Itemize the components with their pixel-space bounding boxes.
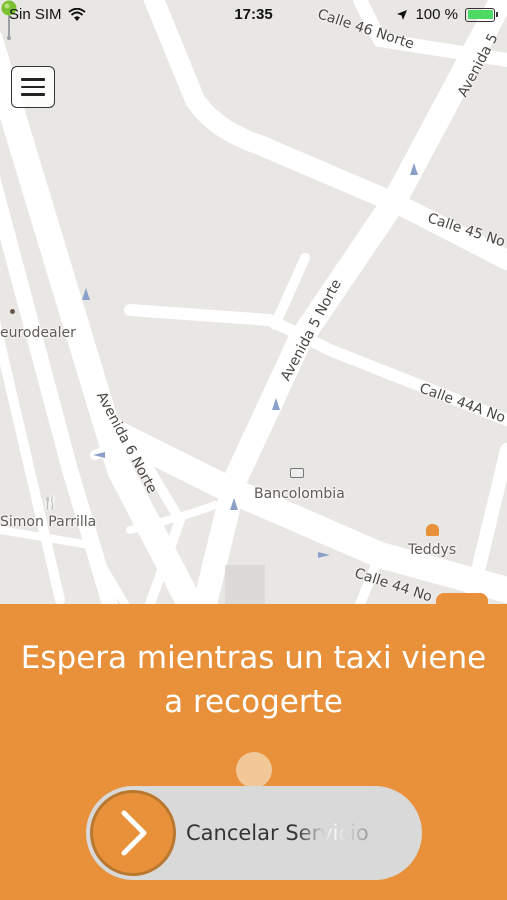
cancel-service-slider[interactable]: Cancelar Servicio: [86, 786, 422, 880]
menu-button[interactable]: [11, 66, 55, 108]
slider-knob[interactable]: [90, 790, 176, 876]
hamburger-line: [21, 93, 45, 96]
place-label-teddys: Teddys: [408, 542, 457, 558]
place-simon-parrilla: 🍴 Simon Parrilla: [0, 496, 96, 530]
bank-icon: [290, 468, 304, 478]
place-label-bancolombia: Bancolombia: [254, 486, 345, 502]
map-view[interactable]: Calle 46 Norte Avenida 5 Calle 45 No Ave…: [0, 0, 507, 604]
place-label-eurodealer: eurodealer: [0, 325, 76, 341]
place-teddys: Teddys: [408, 524, 456, 558]
cancel-service-label: Cancelar Servicio: [186, 786, 369, 880]
restaurant-icon: 🍴: [42, 496, 59, 511]
hamburger-line: [21, 85, 45, 89]
battery-fill: [467, 10, 493, 19]
status-bar: Sin SIM 17:35 100 %: [0, 0, 507, 30]
chevron-right-icon: [121, 810, 147, 856]
place-eurodealer: eurodealer: [0, 309, 76, 341]
place-bancolombia: Bancolombia: [254, 468, 345, 502]
hamburger-menu-icon: [21, 78, 45, 81]
loading-indicator: [236, 752, 272, 788]
place-label-simon-parrilla: Simon Parrilla: [0, 514, 97, 530]
status-right: 100 %: [396, 6, 498, 23]
battery-percent: 100 %: [415, 6, 458, 23]
sheet-handle[interactable]: [436, 593, 488, 607]
battery-icon: [465, 7, 498, 22]
waiting-message: Espera mientras un taxi viene a recogert…: [20, 640, 487, 720]
bottom-sheet: Espera mientras un taxi viene a recogert…: [0, 593, 507, 900]
place-dot-icon: [10, 309, 15, 314]
fast-food-icon: [426, 524, 439, 536]
location-arrow-icon: [397, 9, 408, 20]
